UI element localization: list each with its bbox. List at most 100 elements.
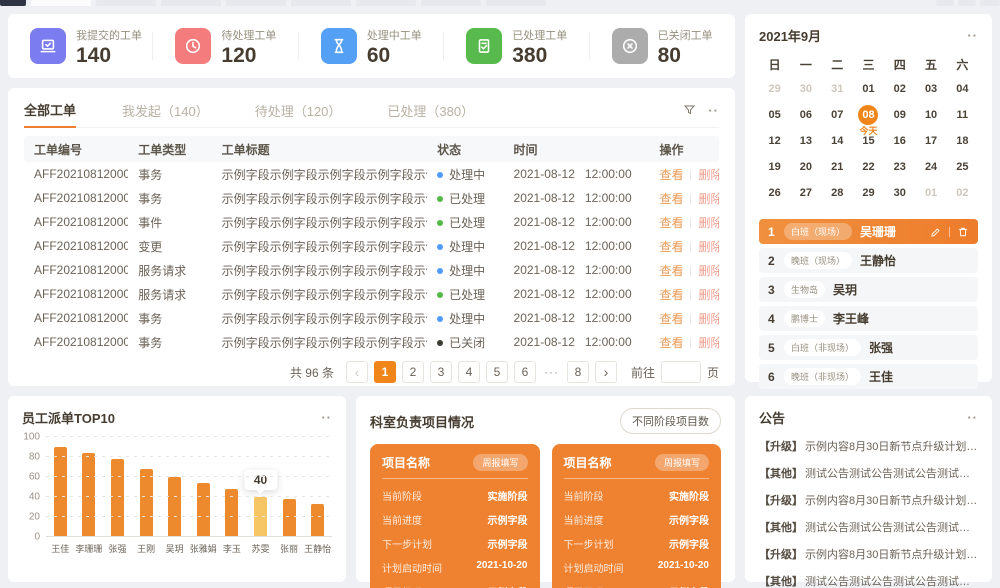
announcement-item[interactable]: 【升级】示例内容8月30日新节点升级计划通知 xyxy=(759,546,978,562)
shift-row[interactable]: 2 晚班（现场） 王静怡 xyxy=(759,248,978,273)
prev-page-icon[interactable]: ‹ xyxy=(346,361,368,383)
trash-icon[interactable] xyxy=(957,226,969,238)
delete-link[interactable]: 删除 xyxy=(698,240,718,254)
view-link[interactable]: 查看 xyxy=(659,192,683,206)
calendar-day[interactable]: 02 xyxy=(884,77,915,103)
stage-count-button[interactable]: 不同阶段项目数 xyxy=(620,408,721,434)
calendar-day[interactable]: 04 xyxy=(947,77,978,103)
bar-slot[interactable] xyxy=(132,437,161,537)
more-icon[interactable]: ·· xyxy=(708,103,719,118)
shift-number: 6 xyxy=(768,370,784,384)
calendar-day[interactable]: 31 xyxy=(822,77,853,103)
tab-all-orders[interactable]: 全部工单 xyxy=(24,94,76,128)
goto-page-input[interactable] xyxy=(661,361,701,383)
page-button[interactable]: 1 xyxy=(374,361,396,383)
calendar-day[interactable]: 23 xyxy=(884,155,915,181)
view-link[interactable]: 查看 xyxy=(659,288,683,302)
page-button[interactable]: 6 xyxy=(514,361,536,383)
shift-row[interactable]: 4 鹏博士 李王峰 xyxy=(759,306,978,331)
bar-slot[interactable] xyxy=(189,437,218,537)
bar-slot[interactable] xyxy=(275,437,304,537)
announcement-item[interactable]: 【升级】示例内容8月30日新节点升级计划通知 xyxy=(759,492,978,508)
calendar-day[interactable]: 09 xyxy=(884,103,915,129)
view-link[interactable]: 查看 xyxy=(659,240,683,254)
calendar-day[interactable]: 22 xyxy=(853,155,884,181)
announcement-item[interactable]: 【其他】测试公告测试公告测试公告测试公告测试公告 xyxy=(759,465,978,481)
bar-slot[interactable] xyxy=(303,437,332,537)
more-icon[interactable]: ·· xyxy=(967,410,978,425)
calendar-day[interactable]: 15 xyxy=(853,129,884,155)
calendar-day[interactable]: 30 xyxy=(790,77,821,103)
bar-slot[interactable] xyxy=(46,437,75,537)
calendar-day[interactable]: 16 xyxy=(884,129,915,155)
page-button[interactable]: 8 xyxy=(567,361,589,383)
calendar-day[interactable]: 27 xyxy=(790,181,821,207)
calendar-day[interactable]: 18 xyxy=(947,129,978,155)
calendar-day[interactable]: 03 xyxy=(915,77,946,103)
bar-slot[interactable] xyxy=(160,437,189,537)
page-button[interactable]: 2 xyxy=(402,361,424,383)
delete-link[interactable]: 删除 xyxy=(698,264,718,278)
more-icon[interactable]: ·· xyxy=(321,410,332,425)
tab-processed[interactable]: 已处理（380） xyxy=(387,94,474,128)
calendar-day[interactable]: 17 xyxy=(915,129,946,155)
calendar-day[interactable]: 24 xyxy=(915,155,946,181)
calendar-day[interactable]: 21 xyxy=(822,155,853,181)
delete-link[interactable]: 删除 xyxy=(698,216,718,230)
filter-icon[interactable] xyxy=(683,104,696,117)
edit-icon[interactable] xyxy=(930,226,942,238)
calendar-day[interactable]: 30 xyxy=(884,181,915,207)
page-button[interactable]: 4 xyxy=(458,361,480,383)
announcement-item[interactable]: 【其他】测试公告测试公告测试公告测试公告测试公告 xyxy=(759,519,978,535)
view-link[interactable]: 查看 xyxy=(659,264,683,278)
shift-row[interactable]: 5 白班（非现场） 张强 xyxy=(759,335,978,360)
delete-link[interactable]: 删除 xyxy=(698,168,718,182)
order-id: AFF202108120001 xyxy=(24,215,128,229)
calendar-day[interactable]: 11 xyxy=(947,103,978,129)
calendar-day[interactable]: 20 xyxy=(790,155,821,181)
calendar-day[interactable]: 10 xyxy=(915,103,946,129)
shift-row[interactable]: 3 生物岛 吴玥 xyxy=(759,277,978,302)
delete-link[interactable]: 删除 xyxy=(698,192,718,206)
calendar-day[interactable]: 08今天 xyxy=(853,103,884,129)
bar xyxy=(82,453,95,537)
next-page-icon[interactable]: › xyxy=(595,361,617,383)
calendar-day[interactable]: 29 xyxy=(759,77,790,103)
announcement-item[interactable]: 【升级】示例内容8月30日新节点升级计划通知 xyxy=(759,438,978,454)
calendar-day[interactable]: 14 xyxy=(822,129,853,155)
tab-my-created[interactable]: 我发起（140） xyxy=(122,94,209,128)
calendar-day[interactable]: 26 xyxy=(759,181,790,207)
calendar-day[interactable]: 01 xyxy=(853,77,884,103)
shift-row[interactable]: 6 晚班（非现场） 王佳 xyxy=(759,364,978,389)
view-link[interactable]: 查看 xyxy=(659,312,683,326)
view-link[interactable]: 查看 xyxy=(659,216,683,230)
more-icon[interactable]: ·· xyxy=(967,28,978,43)
bar-slot[interactable] xyxy=(218,437,247,537)
calendar-day[interactable]: 19 xyxy=(759,155,790,181)
shift-row[interactable]: 1 白班（现场） 吴珊珊 xyxy=(759,219,978,244)
calendar-day[interactable]: 02 xyxy=(947,181,978,207)
announcement-item[interactable]: 【其他】测试公告测试公告测试公告测试公告测试公告 xyxy=(759,573,978,588)
bar-slot[interactable] xyxy=(103,437,132,537)
calendar-day[interactable]: 06 xyxy=(790,103,821,129)
view-link[interactable]: 查看 xyxy=(659,168,683,182)
calendar-day[interactable]: 01 xyxy=(915,181,946,207)
page-button[interactable]: 3 xyxy=(430,361,452,383)
calendar-day[interactable]: 13 xyxy=(790,129,821,155)
calendar-day[interactable]: 07 xyxy=(822,103,853,129)
delete-link[interactable]: 删除 xyxy=(698,312,718,326)
calendar-day[interactable]: 28 xyxy=(822,181,853,207)
calendar-day[interactable]: 25 xyxy=(947,155,978,181)
delete-link[interactable]: 删除 xyxy=(698,336,718,350)
delete-link[interactable]: 删除 xyxy=(698,288,718,302)
weekly-report-badge[interactable]: 周报填写 xyxy=(473,454,527,471)
calendar-day[interactable]: 12 xyxy=(759,129,790,155)
tab-pending[interactable]: 待处理（120） xyxy=(255,94,342,128)
stat-label: 已处理工单 xyxy=(512,27,567,43)
calendar-day[interactable]: 05 xyxy=(759,103,790,129)
view-link[interactable]: 查看 xyxy=(659,336,683,350)
page-button[interactable]: 5 xyxy=(486,361,508,383)
calendar-day[interactable]: 29 xyxy=(853,181,884,207)
weekly-report-badge[interactable]: 周报填写 xyxy=(655,454,709,471)
bar-slot[interactable] xyxy=(75,437,104,537)
